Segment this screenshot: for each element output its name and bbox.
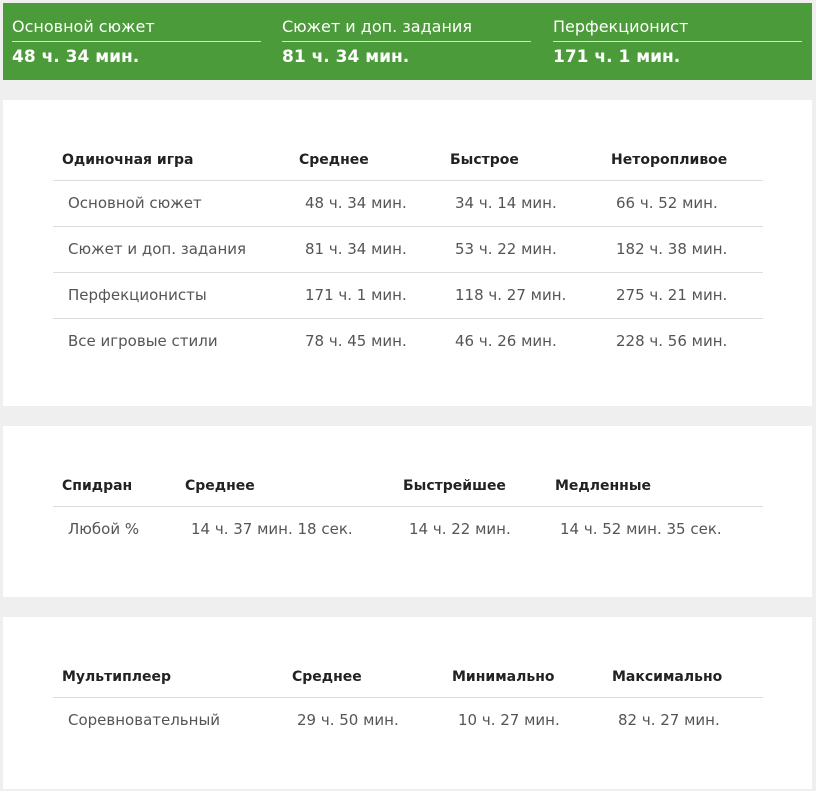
cell-average: 14 ч. 37 мин. 18 сек.	[191, 520, 353, 538]
row-label: Основной сюжет	[68, 194, 202, 212]
cell-fast: 118 ч. 27 мин.	[455, 286, 567, 304]
column-header: Среднее	[292, 669, 362, 685]
speedrun-table: Спидран Среднее Быстрейшее Медленные Люб…	[53, 466, 763, 551]
summary-label: Основной сюжет	[12, 17, 261, 42]
multiplayer-table: Мультиплеер Среднее Минимально Максималь…	[53, 657, 763, 742]
summary-main-extras: Сюжет и доп. задания 81 ч. 34 мин.	[282, 3, 531, 80]
column-header: Одиночная игра	[62, 152, 194, 168]
summary-completionist: Перфекционист 171 ч. 1 мин.	[553, 3, 802, 80]
summary-main-story: Основной сюжет 48 ч. 34 мин.	[12, 3, 261, 80]
row-label: Сюжет и доп. задания	[68, 240, 247, 258]
table-row: Все игровые стили 78 ч. 45 мин. 46 ч. 26…	[53, 318, 763, 364]
table-row: Любой % 14 ч. 37 мин. 18 сек. 14 ч. 22 м…	[53, 506, 763, 551]
cell-average: 171 ч. 1 мин.	[305, 286, 407, 304]
table-row: Соревновательный 29 ч. 50 мин. 10 ч. 27 …	[53, 697, 763, 742]
column-header: Минимально	[452, 669, 555, 685]
table-header: Спидран Среднее Быстрейшее Медленные	[53, 466, 763, 506]
cell-fastest: 14 ч. 22 мин.	[409, 520, 511, 538]
cell-average: 29 ч. 50 мин.	[297, 711, 399, 729]
multiplayer-card: Мультиплеер Среднее Минимально Максималь…	[3, 617, 812, 789]
column-header: Неторопливое	[611, 152, 728, 168]
summary-value: 48 ч. 34 мин.	[12, 47, 140, 67]
column-header: Мультиплеер	[62, 669, 172, 685]
cell-average: 78 ч. 45 мин.	[305, 332, 407, 350]
row-label: Любой %	[68, 520, 140, 538]
summary-value: 81 ч. 34 мин.	[282, 47, 410, 67]
cell-average: 81 ч. 34 мин.	[305, 240, 407, 258]
table-row: Перфекционисты 171 ч. 1 мин. 118 ч. 27 м…	[53, 272, 763, 318]
row-label: Все игровые стили	[68, 332, 218, 350]
summary-label: Сюжет и доп. задания	[282, 17, 531, 42]
cell-fast: 46 ч. 26 мин.	[455, 332, 557, 350]
single-player-card: Одиночная игра Среднее Быстрое Неторопли…	[3, 100, 812, 406]
column-header: Максимально	[612, 669, 723, 685]
column-header: Среднее	[185, 478, 255, 494]
summary-label: Перфекционист	[553, 17, 802, 42]
table-header: Одиночная игра Среднее Быстрое Неторопли…	[53, 140, 763, 180]
row-label: Перфекционисты	[68, 286, 207, 304]
table-header: Мультиплеер Среднее Минимально Максималь…	[53, 657, 763, 697]
table-row: Основной сюжет 48 ч. 34 мин. 34 ч. 14 ми…	[53, 180, 763, 226]
cell-maximum: 82 ч. 27 мин.	[618, 711, 720, 729]
summary-banner: Основной сюжет 48 ч. 34 мин. Сюжет и доп…	[3, 3, 812, 80]
cell-leisure: 275 ч. 21 мин.	[616, 286, 728, 304]
cell-fast: 53 ч. 22 мин.	[455, 240, 557, 258]
cell-leisure: 66 ч. 52 мин.	[616, 194, 718, 212]
cell-minimum: 10 ч. 27 мин.	[458, 711, 560, 729]
cell-fast: 34 ч. 14 мин.	[455, 194, 557, 212]
column-header: Медленные	[555, 478, 651, 494]
row-label: Соревновательный	[68, 711, 221, 729]
table-row: Сюжет и доп. задания 81 ч. 34 мин. 53 ч.…	[53, 226, 763, 272]
column-header: Среднее	[299, 152, 369, 168]
single-player-table: Одиночная игра Среднее Быстрое Неторопли…	[53, 140, 763, 364]
cell-average: 48 ч. 34 мин.	[305, 194, 407, 212]
cell-slowest: 14 ч. 52 мин. 35 сек.	[560, 520, 722, 538]
cell-leisure: 182 ч. 38 мин.	[616, 240, 728, 258]
cell-leisure: 228 ч. 56 мин.	[616, 332, 728, 350]
speedrun-card: Спидран Среднее Быстрейшее Медленные Люб…	[3, 426, 812, 597]
column-header: Быстрейшее	[403, 478, 506, 494]
summary-value: 171 ч. 1 мин.	[553, 47, 681, 67]
column-header: Спидран	[62, 478, 133, 494]
column-header: Быстрое	[450, 152, 519, 168]
